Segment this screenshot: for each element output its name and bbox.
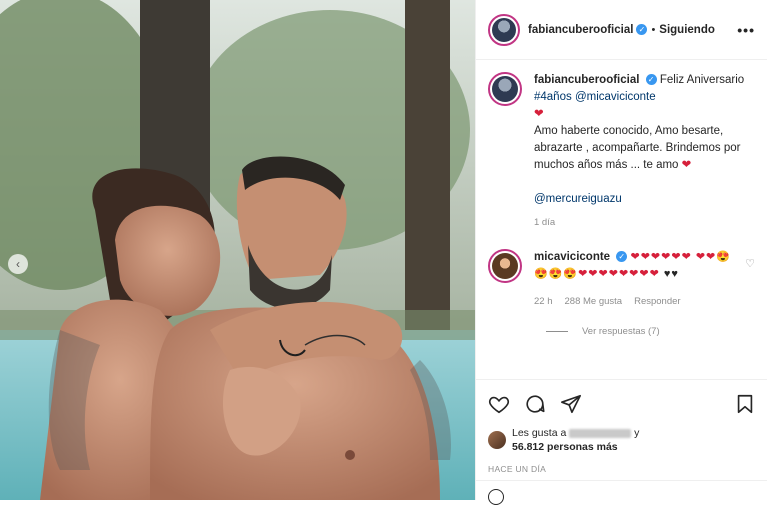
mention-link-2[interactable]: @mercureiguazu: [534, 193, 622, 205]
comment-icon[interactable]: [524, 393, 546, 415]
caption-text: fabiancuberooficial ✓ Feliz Aniversario …: [534, 72, 749, 231]
bookmark-icon[interactable]: [734, 393, 756, 415]
hashtag-link[interactable]: #4años: [534, 91, 572, 103]
comment-age: 22 h: [534, 296, 553, 307]
share-icon[interactable]: [560, 393, 582, 415]
add-comment-bar[interactable]: [476, 480, 767, 505]
mention-link[interactable]: @micaviciconte: [575, 91, 656, 103]
avatar[interactable]: [488, 431, 506, 449]
action-icons: [488, 390, 756, 418]
separator-dot: •: [651, 23, 656, 36]
instagram-post: ‹ fabiancuberooficial ✓ • Siguiendo ••• …: [0, 0, 767, 505]
verified-icon: ✓: [616, 251, 628, 263]
caption-age: 1 día: [534, 217, 556, 228]
likes-count[interactable]: 56.812 personas más: [512, 441, 618, 453]
comment-avatar[interactable]: [488, 249, 522, 283]
caption-username[interactable]: fabiancuberooficial: [534, 74, 639, 86]
caption-text-2: Amo haberte conocido, Amo besarte, abraz…: [534, 125, 741, 171]
comment-username[interactable]: micaviciconte: [534, 251, 610, 263]
emoji-icon[interactable]: [488, 489, 504, 505]
likes-text: Les gusta a y 56.812 personas más: [512, 426, 639, 454]
comment-meta: 22 h 288 Me gusta Responder: [534, 293, 734, 310]
comment-heart-icon[interactable]: ♡: [745, 257, 755, 310]
avatar[interactable]: [488, 13, 520, 46]
post-timestamp: HACE UN DÍA: [488, 464, 547, 474]
blurred-username: [569, 428, 632, 438]
more-icon[interactable]: •••: [737, 22, 755, 38]
comment-body: micaviciconte ✓ ❤❤❤❤❤❤ ❤❤😍😍😍😍❤❤❤❤❤❤❤❤ ♥♥…: [534, 249, 734, 310]
caption-text-1: Feliz Aniversario: [659, 74, 745, 86]
photo-image: [0, 0, 475, 500]
verified-icon: ✓: [636, 24, 648, 35]
comment-row: micaviciconte ✓ ❤❤❤❤❤❤ ❤❤😍😍😍😍❤❤❤❤❤❤❤❤ ♥♥…: [488, 249, 755, 310]
follow-button[interactable]: Siguiendo: [659, 24, 715, 36]
view-replies-label[interactable]: Ver respuestas (7): [582, 326, 660, 337]
post-header: fabiancuberooficial ✓ • Siguiendo •••: [476, 0, 767, 60]
heart-icon[interactable]: [488, 393, 510, 415]
likes-summary: Les gusta a y 56.812 personas más: [488, 426, 756, 454]
action-bar: Les gusta a y 56.812 personas más HACE U…: [476, 379, 767, 474]
comment-likes[interactable]: 288 Me gusta: [565, 293, 623, 310]
header-username[interactable]: fabiancuberooficial: [528, 24, 633, 36]
view-replies[interactable]: Ver respuestas (7): [546, 326, 755, 337]
post-photo[interactable]: ‹: [0, 0, 475, 500]
caption-avatar[interactable]: [488, 72, 522, 106]
heart-emoji: ❤: [534, 108, 544, 120]
chevron-left-icon[interactable]: ‹: [8, 254, 28, 274]
heart-emoji: ❤: [681, 159, 692, 171]
comments-list[interactable]: fabiancuberooficial ✓ Feliz Aniversario …: [476, 60, 767, 378]
likes-suffix: y: [634, 427, 640, 439]
replies-line: [546, 331, 568, 332]
post-sidebar: fabiancuberooficial ✓ • Siguiendo ••• fa…: [475, 0, 767, 505]
verified-icon: ✓: [645, 74, 657, 86]
likes-prefix: Les gusta a: [512, 427, 567, 439]
reply-button[interactable]: Responder: [634, 293, 680, 310]
caption-row: fabiancuberooficial ✓ Feliz Aniversario …: [488, 72, 755, 231]
